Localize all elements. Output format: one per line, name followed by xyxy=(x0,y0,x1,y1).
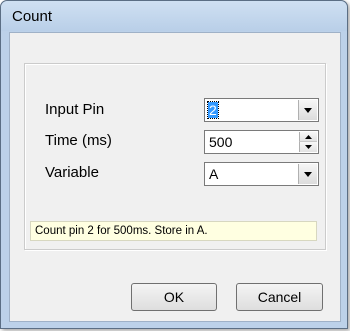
spin-up-icon xyxy=(305,135,312,139)
count-dialog: Count Input Pin 2 Time (ms) 500 Variable… xyxy=(0,0,348,329)
ok-button[interactable]: OK xyxy=(131,283,217,311)
chevron-down-icon xyxy=(304,108,312,113)
input-pin-dropdown[interactable]: 2 xyxy=(204,98,319,122)
input-pin-value: 2 xyxy=(207,101,219,119)
spin-up-button[interactable] xyxy=(299,132,317,142)
time-spinner-buttons xyxy=(299,132,317,152)
chevron-down-icon xyxy=(304,172,312,177)
spin-down-button[interactable] xyxy=(299,142,317,152)
dialog-title: Count xyxy=(12,8,53,25)
summary-text: Count pin 2 for 500ms. Store in A. xyxy=(30,221,317,241)
variable-dropdown[interactable]: A xyxy=(204,162,319,186)
spin-down-icon xyxy=(305,145,312,149)
title-bar[interactable]: Count xyxy=(1,1,347,31)
cancel-button[interactable]: Cancel xyxy=(236,283,323,311)
dialog-client-area: Input Pin 2 Time (ms) 500 Variable A Cou… xyxy=(9,32,341,322)
variable-value: A xyxy=(209,166,219,182)
time-value: 500 xyxy=(209,134,233,150)
input-pin-label: Input Pin xyxy=(45,101,105,118)
time-spinner[interactable]: 500 xyxy=(204,130,319,154)
input-pin-dropdown-button[interactable] xyxy=(298,100,317,120)
variable-label: Variable xyxy=(45,164,99,181)
time-label: Time (ms) xyxy=(45,132,112,149)
variable-dropdown-button[interactable] xyxy=(298,164,317,184)
